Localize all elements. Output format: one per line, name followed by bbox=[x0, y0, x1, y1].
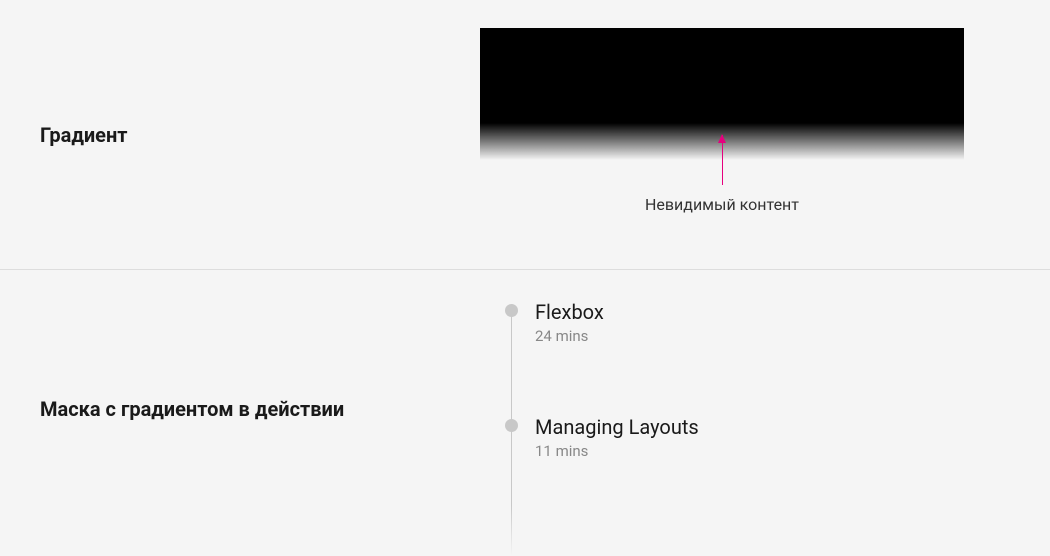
timeline: Flexbox 24 mins Managing Layouts 11 mins bbox=[505, 300, 699, 550]
gradient-label-col: Градиент bbox=[0, 123, 480, 147]
gradient-section: Градиент Невидимый контент bbox=[0, 0, 1050, 270]
gradient-arrow: Невидимый контент bbox=[480, 135, 964, 214]
gradient-content: Невидимый контент bbox=[480, 0, 1050, 269]
mask-heading: Маска с градиентом в действии bbox=[40, 397, 480, 421]
timeline-dot-icon bbox=[505, 304, 518, 317]
gradient-caption: Невидимый контент bbox=[645, 195, 799, 214]
timeline-dot-icon bbox=[505, 419, 518, 432]
arrow-up-icon bbox=[722, 135, 723, 185]
gradient-heading: Градиент bbox=[40, 123, 480, 147]
timeline-item-title: Managing Layouts bbox=[535, 415, 699, 439]
timeline-item: Managing Layouts 11 mins bbox=[505, 415, 699, 460]
timeline-item: Flexbox 24 mins bbox=[505, 300, 699, 345]
mask-label-col: Маска с градиентом в действии bbox=[0, 397, 480, 421]
mask-content: Flexbox 24 mins Managing Layouts 11 mins bbox=[480, 270, 1050, 548]
timeline-item-title: Flexbox bbox=[535, 300, 699, 324]
mask-section: Маска с градиентом в действии Flexbox 24… bbox=[0, 270, 1050, 548]
timeline-item-sub: 24 mins bbox=[535, 327, 699, 345]
timeline-item-sub: 11 mins bbox=[535, 442, 699, 460]
